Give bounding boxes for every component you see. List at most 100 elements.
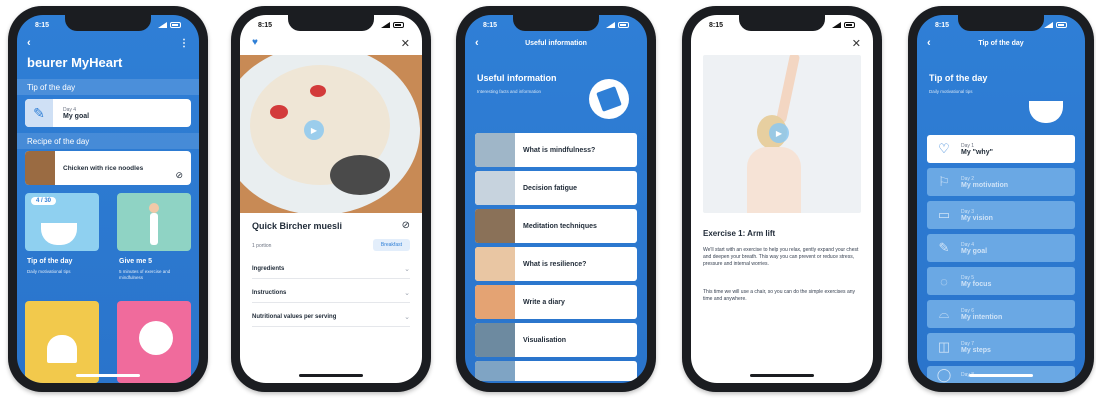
tile-giveme5-sub: 5 minutes of exercise and mindfulness xyxy=(119,269,171,280)
back-icon[interactable]: ‹ xyxy=(475,37,479,49)
strawberry-shape xyxy=(310,85,326,97)
close-icon[interactable]: ✕ xyxy=(852,37,861,50)
back-icon[interactable]: ‹ xyxy=(927,37,931,49)
status-bar: 8:15 xyxy=(240,19,422,31)
book-illustration xyxy=(589,79,629,119)
signal-icon xyxy=(158,22,167,28)
yoga-figure-body xyxy=(150,213,158,245)
signal-icon xyxy=(1044,22,1053,28)
instructions-label: Instructions xyxy=(252,289,287,296)
book-icon xyxy=(139,321,173,355)
day-row[interactable]: ⌓ Day 6 My intention xyxy=(927,300,1075,328)
cup-illustration xyxy=(41,223,77,245)
recipe-section-header: Recipe of the day xyxy=(17,133,199,149)
close-icon[interactable]: ✕ xyxy=(401,37,410,50)
info-item-mindfulness[interactable]: What is mindfulness? xyxy=(475,133,637,167)
battery-icon xyxy=(1056,22,1067,28)
nutrition-label: Nutritional values per serving xyxy=(252,313,337,320)
info-tile[interactable] xyxy=(117,301,191,383)
nav-title: Useful information xyxy=(525,39,587,47)
ingredients-row[interactable]: Ingredients ⌄ xyxy=(252,259,410,279)
recipe-thumbnail xyxy=(25,151,55,185)
day-title: My vision xyxy=(961,214,993,222)
tile-tip-label: Tip of the day xyxy=(27,258,73,265)
signal-icon xyxy=(606,22,615,28)
info-item-diary[interactable]: Write a diary xyxy=(475,285,637,319)
chevron-down-icon: ⌄ xyxy=(404,265,410,273)
circle-icon: ◯ xyxy=(936,367,952,382)
diary-thumbnail xyxy=(475,285,515,319)
nav-title: Tip of the day xyxy=(978,39,1024,47)
exercise-title: Exercise 1: Arm lift xyxy=(703,229,776,238)
recipes-tile[interactable] xyxy=(25,301,99,383)
buddha-thumbnail xyxy=(475,209,515,243)
day-title: My goal xyxy=(961,247,988,255)
home-indicator xyxy=(750,374,814,377)
item-label: Decision fatigue xyxy=(523,184,578,192)
tile-giveme5-label: Give me 5 xyxy=(119,258,153,265)
app-title: beurer MyHeart xyxy=(27,55,123,70)
phone-home: 8:15 ‹ ⋮ beurer MyHeart Tip of the day ✎ … xyxy=(8,6,208,392)
info-item-visualisation[interactable]: Visualisation xyxy=(475,323,637,357)
hero-subtitle: Daily motivational tips xyxy=(929,89,973,94)
status-bar: 8:15 xyxy=(917,19,1085,31)
pencil-icon: ✎ xyxy=(25,99,53,127)
day-title: My steps xyxy=(961,346,991,354)
recipe-screen: 8:15 ♥ ✕ ▶ Quick Bircher muesli ⊘ 1 port… xyxy=(240,15,422,383)
exercise-paragraph-1: We'll start with an exercise to help you… xyxy=(703,247,859,267)
item-label: What is resilience? xyxy=(523,260,587,268)
day-row[interactable]: ⚐ Day 2 My motivation xyxy=(927,168,1075,196)
give-me-5-tile[interactable] xyxy=(117,193,191,251)
shoe-icon: ◫ xyxy=(937,339,951,354)
cup-illustration xyxy=(1029,101,1063,123)
nutrition-row[interactable]: Nutritional values per serving ⌄ xyxy=(252,307,410,327)
item-label: Write a diary xyxy=(523,298,565,306)
tip-title: My goal xyxy=(63,112,90,120)
tip-of-day-tile[interactable]: 4 / 30 xyxy=(25,193,99,251)
day-row[interactable]: ✎ Day 4 My goal xyxy=(927,234,1075,262)
hero-subtitle: Interesting facts and information xyxy=(477,89,542,94)
raised-arm-shape xyxy=(775,55,801,124)
signal-icon xyxy=(832,22,841,28)
instructions-row[interactable]: Instructions ⌄ xyxy=(252,283,410,303)
favorite-heart-icon[interactable]: ♥ xyxy=(252,37,258,48)
recipe-card[interactable]: Chicken with rice noodles ⊘ xyxy=(25,151,191,185)
battery-icon xyxy=(618,22,629,28)
play-icon[interactable]: ▶ xyxy=(304,120,324,140)
info-item-decision-fatigue[interactable]: Decision fatigue xyxy=(475,171,637,205)
battery-icon xyxy=(844,22,855,28)
pencil-icon: ✎ xyxy=(938,240,950,255)
strawberry-shape xyxy=(270,105,288,119)
chef-hat-icon xyxy=(47,335,77,363)
chevron-down-icon: ⌄ xyxy=(404,313,410,321)
day-row[interactable]: ◫ Day 7 My steps xyxy=(927,333,1075,361)
map-icon: ▭ xyxy=(937,207,951,222)
category-tag[interactable]: Breakfast xyxy=(372,239,410,251)
more-icon[interactable]: ⋮ xyxy=(179,38,189,49)
info-item-resilience[interactable]: What is resilience? xyxy=(475,247,637,281)
phone-exercise: 8:15 ✕ ▶ Exercise 1: Arm lift We'll star… xyxy=(682,6,882,392)
play-icon[interactable]: ▶ xyxy=(769,123,789,143)
back-icon[interactable]: ‹ xyxy=(27,37,31,49)
info-item-partial[interactable] xyxy=(475,361,637,381)
status-bar: 8:15 xyxy=(465,19,647,31)
phone-useful-info: 8:15 ‹ Useful information Useful informat… xyxy=(456,6,656,392)
status-time: 8:15 xyxy=(258,21,273,29)
status-time: 8:15 xyxy=(483,21,498,29)
lens-thumbnail xyxy=(475,323,515,357)
day-row[interactable]: ▭ Day 3 My vision xyxy=(927,201,1075,229)
spoon-shape xyxy=(330,155,390,195)
day-row[interactable]: ♡ Day 1 My "why" xyxy=(927,135,1075,163)
day-title: My focus xyxy=(961,280,992,288)
ingredients-label: Ingredients xyxy=(252,265,285,272)
recipe-title: Chicken with rice noodles xyxy=(63,164,144,172)
stones-thumbnail xyxy=(475,133,515,167)
home-indicator xyxy=(524,374,588,377)
tip-section-header: Tip of the day xyxy=(17,79,199,95)
tile-tip-sub: Daily motivational tips xyxy=(27,269,71,274)
info-item-meditation[interactable]: Meditation techniques xyxy=(475,209,637,243)
tip-card[interactable]: ✎ Day 4 My goal xyxy=(25,99,191,127)
day-row[interactable]: ◌ Day 5 My focus xyxy=(927,267,1075,295)
signpost-icon: ⚐ xyxy=(938,174,950,189)
progress-badge: 4 / 30 xyxy=(31,197,57,205)
